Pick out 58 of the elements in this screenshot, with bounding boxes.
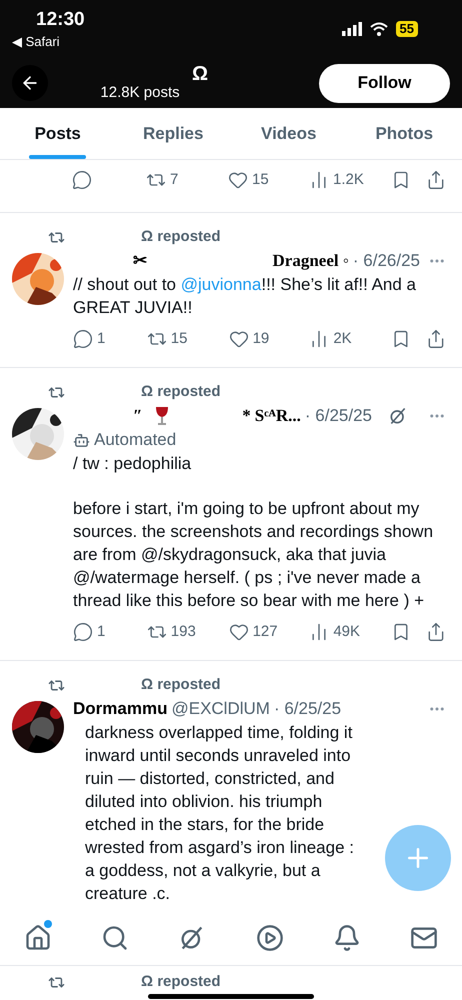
back-button[interactable] <box>12 65 48 101</box>
like-icon[interactable] <box>228 329 249 349</box>
reposted-label: Ω reposted <box>141 226 221 247</box>
count-text: 127 <box>252 622 278 642</box>
bell-icon[interactable] <box>332 924 361 952</box>
profile-tab[interactable]: Posts <box>0 108 116 159</box>
count-text: 1 <box>97 622 106 642</box>
profile-title: Ω <box>192 62 208 86</box>
count-text: 49K <box>333 622 360 642</box>
play-icon[interactable] <box>256 924 284 952</box>
post-date: · 6/25/25 <box>274 698 342 720</box>
share-icon[interactable] <box>426 329 446 349</box>
share-icon[interactable] <box>426 622 446 642</box>
automated-label: Automated <box>94 429 176 451</box>
reposted-label: Ω reposted <box>141 674 221 695</box>
author-name-part[interactable]: Dragneel ◦ <box>272 248 349 274</box>
count-text: 2K <box>333 328 352 349</box>
battery-indicator: 55 <box>396 21 418 37</box>
status-time: 12:30 <box>36 8 85 32</box>
post-count: 12.8K posts <box>100 82 180 103</box>
reposted-label: Ω reposted <box>141 972 221 992</box>
bot-icon <box>73 432 90 448</box>
count-text: 15 <box>170 328 188 349</box>
back-to-app-link[interactable]: ◀ Safari <box>12 32 85 52</box>
share-icon[interactable] <box>426 170 446 190</box>
profile-tab[interactable]: Photos <box>346 108 462 159</box>
wifi-icon <box>370 22 388 36</box>
post-text: darkness overlapped time, folding it inward until seconds unraveled into ruin — distorted, constricted, and diluted into oblivion. his triumph etched in the stars, for the bride wrested from asgard’s iron lineage : a goddess, not a valkyrie, but a creature .c. <box>85 722 355 905</box>
author-name-part[interactable]: SᶜᴬR... <box>254 403 301 429</box>
slashed-circle-icon[interactable] <box>388 406 408 426</box>
like-icon[interactable] <box>228 622 249 642</box>
count-text: 7 <box>170 170 178 190</box>
search-icon[interactable] <box>101 924 130 952</box>
author-name-part[interactable]: ✂ <box>133 248 147 274</box>
reply-icon[interactable] <box>73 329 93 349</box>
author-name-part[interactable]: * <box>242 403 251 429</box>
reposted-label: Ω reposted <box>141 382 221 402</box>
author-handle[interactable]: @EXClDlUM <box>171 696 270 722</box>
author-name[interactable]: Dormammu <box>73 696 168 722</box>
profile-tab[interactable]: Videos <box>231 108 346 159</box>
reply-icon[interactable] <box>73 622 93 642</box>
follow-button[interactable]: Follow <box>319 64 450 102</box>
count-text: 1.2K <box>333 170 364 190</box>
post-date: · 6/26/25 <box>352 250 420 272</box>
count-text: 19 <box>252 328 270 349</box>
like-icon[interactable] <box>228 170 248 190</box>
home-icon[interactable] <box>24 924 52 952</box>
author-name-part[interactable]: ″ <box>133 403 142 429</box>
count-text: 193 <box>170 622 196 642</box>
post-date: · 6/25/25 <box>304 405 372 428</box>
profile-tab[interactable]: Replies <box>116 108 231 159</box>
reply-icon[interactable] <box>72 170 92 190</box>
post-text: before i start, i'm going to be upfront about my sources. the screenshots and recordings shown are from @/skydragonsuck, aka that juvia @/watermage herself. ( ps ; i've never made a thread like this before so bear with me here ) + <box>73 498 434 612</box>
post-text: // shout out to @juvionna!!! She’s lit af!! And a GREAT JUVIA!! <box>73 274 418 319</box>
count-text: 15 <box>252 170 269 190</box>
post-text: / tw : pedophilia <box>73 453 192 475</box>
count-text: 1 <box>97 328 106 349</box>
signal-icon <box>342 22 362 36</box>
